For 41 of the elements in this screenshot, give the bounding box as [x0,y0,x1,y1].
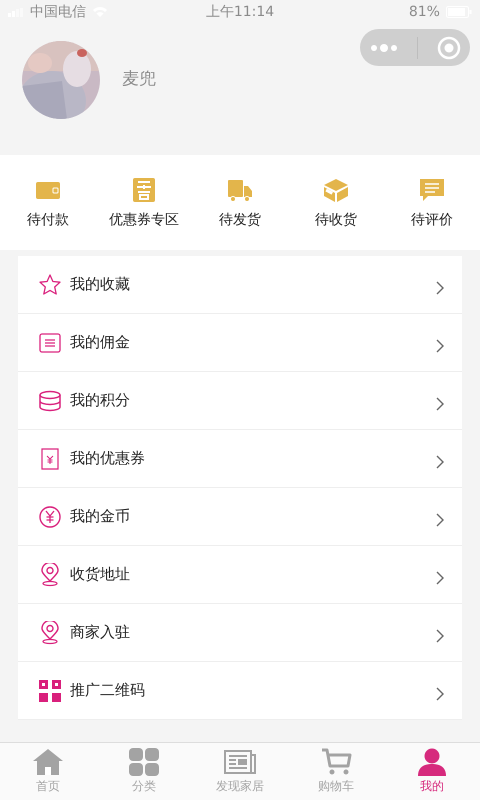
menu-item[interactable]: 推广二维码 [18,662,462,720]
order-shortcut[interactable]: 待发货 [192,155,288,250]
star-icon [38,272,62,296]
more-icon[interactable] [369,42,400,52]
menu-item[interactable]: 商家入驻 [18,604,462,662]
yen-icon [38,504,62,528]
newspaper-icon [224,748,256,776]
list-icon [38,330,62,354]
menu-item[interactable]: 我的收藏 [18,256,462,314]
menu-item[interactable]: 我的金币 [18,488,462,546]
order-shortcut[interactable]: 待评价 [384,155,480,250]
chat-icon [419,176,445,202]
box-icon [323,176,349,202]
chevron-right-icon [436,570,444,584]
coupon-icon [131,176,157,202]
clock-time: 上午11:14 [206,3,274,21]
person-icon [416,748,448,776]
tab-item[interactable]: 我的 [384,743,480,800]
menu-item[interactable]: 我的优惠券 [18,430,462,488]
order-shortcut[interactable]: 待付款 [0,155,96,250]
chevron-right-icon [436,454,444,468]
order-shortcut[interactable]: 优惠券专区 [96,155,192,250]
chevron-right-icon [436,628,444,642]
order-shortcut[interactable]: 待收货 [288,155,384,250]
carrier-name: 中国电信 [30,3,86,21]
coins-icon [38,388,62,412]
close-icon[interactable] [436,36,461,60]
home-icon [32,748,64,776]
battery-percent: 81% [408,4,440,20]
cart-icon [320,748,352,776]
menu-item[interactable]: 我的积分 [18,372,462,430]
grid-icon [128,748,160,776]
chevron-right-icon [436,338,444,352]
chevron-right-icon [436,280,444,294]
chevron-right-icon [436,512,444,526]
user-name: 麦兜 [122,68,156,90]
menu-item[interactable]: 收货地址 [18,546,462,604]
qr-code-icon [38,678,62,702]
chevron-right-icon [436,396,444,410]
menu-item[interactable]: 我的佣金 [18,314,462,372]
chevron-right-icon [436,686,444,700]
